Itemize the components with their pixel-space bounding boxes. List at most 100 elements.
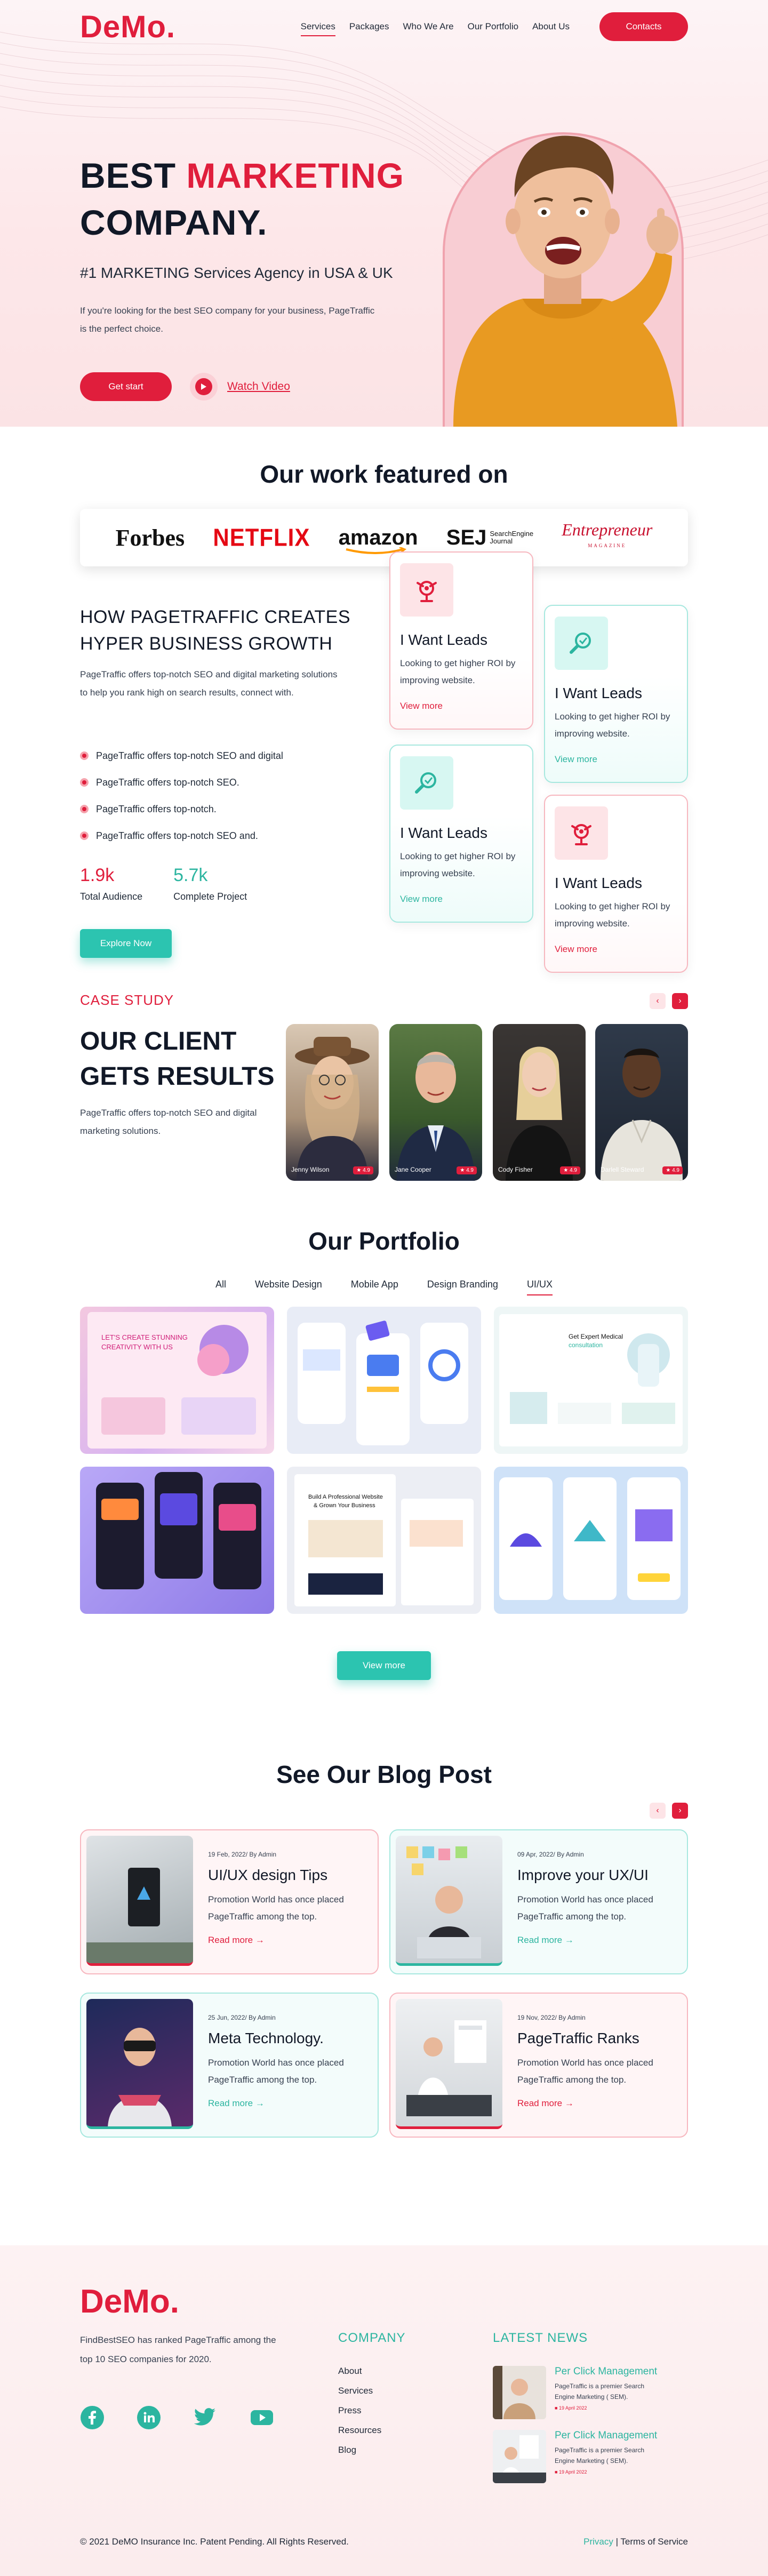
- chevron-left-icon[interactable]: ‹: [650, 1803, 666, 1819]
- view-more-link[interactable]: View more: [555, 754, 677, 765]
- blog-card[interactable]: 25 Jun, 2022/ By Admin Meta Technology. …: [80, 1993, 379, 2138]
- nav-links: Services Packages Who We Are Our Portfol…: [300, 12, 688, 41]
- blog-image: [396, 1836, 502, 1966]
- terms-link[interactable]: Terms of Service: [620, 2537, 688, 2547]
- case-study-tag: CASE STUDY: [80, 992, 174, 1008]
- read-more-link[interactable]: Read more →: [208, 1935, 368, 1946]
- lead-card-desc: Looking to get higher ROI by improving w…: [400, 851, 516, 878]
- portfolio-view-more-button[interactable]: View more: [337, 1651, 431, 1680]
- lead-card[interactable]: I Want Leads Looking to get higher ROI b…: [544, 605, 688, 783]
- footer-link-services[interactable]: Services: [338, 2386, 381, 2405]
- portfolio-card[interactable]: Get Expert Medical consultation: [494, 1307, 688, 1454]
- read-more-link[interactable]: Read more →: [208, 2098, 368, 2109]
- portfolio-card[interactable]: LET'S CREATE STUNNING CREATIVITY WITH US: [80, 1307, 274, 1454]
- facebook-icon[interactable]: [80, 2405, 105, 2430]
- nav-item-services[interactable]: Services: [300, 21, 335, 36]
- chevron-left-icon[interactable]: ‹: [650, 993, 666, 1009]
- watch-video-link[interactable]: Watch Video: [190, 373, 290, 401]
- client-card[interactable]: Darlell Steward ★ 4.9: [595, 1024, 688, 1181]
- portfolio-thumbnail: [298, 1321, 468, 1445]
- lead-card[interactable]: I Want Leads Looking to get higher ROI b…: [389, 745, 533, 923]
- read-more-link[interactable]: Read more →: [517, 2098, 677, 2109]
- calendar-icon: ■: [555, 2469, 558, 2475]
- amazon-wordmark: amazon: [338, 525, 418, 549]
- featured-logos-bar: Forbes NETFLIX amazon SEJ SearchEngine Jo…: [80, 509, 688, 566]
- portfolio-card[interactable]: [80, 1467, 274, 1614]
- watch-video-label[interactable]: Watch Video: [227, 380, 290, 393]
- view-more-link[interactable]: View more: [400, 894, 523, 905]
- client-photo: [506, 1046, 573, 1181]
- lead-card[interactable]: I Want Leads Looking to get higher ROI b…: [544, 795, 688, 973]
- tab-all[interactable]: All: [215, 1279, 226, 1295]
- blog-card[interactable]: 09 Apr, 2022/ By Admin Improve your UX/U…: [389, 1829, 688, 1974]
- lead-card[interactable]: I Want Leads Looking to get higher ROI b…: [389, 551, 533, 730]
- read-more-link[interactable]: Read more →: [517, 1935, 677, 1946]
- tab-website-design[interactable]: Website Design: [255, 1279, 322, 1295]
- seo-search-icon: [400, 756, 453, 810]
- client-card[interactable]: Cody Fisher ★ 4.9: [493, 1024, 586, 1181]
- news-item[interactable]: Per Click Management PageTraffic is a pr…: [493, 2366, 661, 2419]
- tab-ui-ux[interactable]: UI/UX: [526, 1279, 553, 1295]
- play-icon[interactable]: [190, 373, 218, 401]
- entrepreneur-wordmark: Entrepreneur: [562, 520, 653, 539]
- hero-title: BEST MARKETING COMPANY.: [80, 152, 404, 246]
- footer: DeMo. FindBestSEO has ranked PageTraffic…: [0, 2245, 768, 2576]
- growth-title: HOW PAGETRAFFIC CREATES HYPER BUSINESS G…: [80, 604, 350, 657]
- privacy-link[interactable]: Privacy: [583, 2537, 613, 2547]
- nav-item-our-portfolio[interactable]: Our Portfolio: [468, 21, 518, 32]
- portfolio-grid: LET'S CREATE STUNNING CREATIVITY WITH US: [80, 1307, 688, 1614]
- target-icon: [400, 563, 453, 617]
- target-icon: [555, 806, 608, 860]
- blog-meta: 19 Nov, 2022/ By Admin: [517, 2014, 586, 2021]
- nav-item-about-us[interactable]: About Us: [532, 21, 570, 32]
- brand-logo[interactable]: DeMo.: [80, 9, 175, 45]
- footer-link-blog[interactable]: Blog: [338, 2445, 381, 2465]
- blog-card-title: UI/UX design Tips: [208, 1867, 328, 1883]
- blog-card[interactable]: 19 Nov, 2022/ By Admin PageTraffic Ranks…: [389, 1993, 688, 2138]
- tab-design-branding[interactable]: Design Branding: [427, 1279, 498, 1295]
- footer-logo[interactable]: DeMo.: [80, 2283, 179, 2321]
- news-title[interactable]: Per Click Management: [555, 2366, 661, 2378]
- legal-links: Privacy | Terms of Service: [583, 2537, 688, 2547]
- client-name: Darlell Steward: [601, 1166, 644, 1173]
- get-start-button[interactable]: Get start: [80, 372, 172, 401]
- chevron-right-icon[interactable]: ›: [672, 993, 688, 1009]
- blog-card-title: PageTraffic Ranks: [517, 2030, 639, 2046]
- portfolio-card[interactable]: [494, 1467, 688, 1614]
- blog-card[interactable]: 19 Feb, 2022/ By Admin UI/UX design Tips…: [80, 1829, 379, 1974]
- read-more-label: Read more: [208, 1935, 253, 1945]
- news-item[interactable]: Per Click Management PageTraffic is a pr…: [493, 2430, 661, 2483]
- stat-label: Complete Project: [173, 891, 247, 902]
- chevron-right-icon[interactable]: ›: [672, 1803, 688, 1819]
- view-more-link[interactable]: View more: [400, 701, 523, 711]
- footer-link-about[interactable]: About: [338, 2366, 381, 2386]
- nav-item-packages[interactable]: Packages: [349, 21, 389, 32]
- youtube-icon[interactable]: [250, 2405, 274, 2430]
- portfolio-section: Our Portfolio All Website Design Mobile …: [0, 1227, 768, 1760]
- news-title[interactable]: Per Click Management: [555, 2430, 661, 2442]
- news-date: ■ 19 April 2022: [555, 2405, 661, 2411]
- arrow-right-icon: →: [255, 1935, 265, 1945]
- portfolio-thumbnail: Get Expert Medical consultation: [499, 1314, 683, 1446]
- linkedin-icon[interactable]: [137, 2405, 161, 2430]
- footer-link-resources[interactable]: Resources: [338, 2425, 381, 2445]
- entrepreneur-logo: Entrepreneur MAGAZINE: [562, 520, 653, 554]
- client-card[interactable]: Jenny Wilson ★ 4.9: [286, 1024, 379, 1181]
- portfolio-thumbnail: LET'S CREATE STUNNING CREATIVITY WITH US: [87, 1312, 267, 1449]
- contacts-button[interactable]: Contacts: [599, 12, 688, 41]
- tab-mobile-app[interactable]: Mobile App: [351, 1279, 398, 1295]
- legal-separator: |: [613, 2537, 621, 2547]
- read-more-label: Read more: [517, 2098, 563, 2108]
- view-more-link[interactable]: View more: [555, 944, 677, 955]
- portfolio-card[interactable]: Build A Professional Website & Grown You…: [287, 1467, 481, 1614]
- sej-logo: SEJ SearchEngine Journal: [446, 526, 533, 550]
- portfolio-card[interactable]: [287, 1307, 481, 1454]
- twitter-icon[interactable]: [193, 2405, 218, 2430]
- nav-item-who-we-are[interactable]: Who We Are: [403, 21, 454, 32]
- list-item: PageTraffic offers top-notch SEO and dig…: [80, 742, 283, 769]
- arrow-right-icon: →: [564, 2098, 574, 2108]
- explore-now-button[interactable]: Explore Now: [80, 929, 172, 958]
- portfolio-filter-tabs: All Website Design Mobile App Design Bra…: [0, 1279, 768, 1295]
- footer-link-press[interactable]: Press: [338, 2405, 381, 2425]
- client-card[interactable]: Jane Cooper ★ 4.9: [389, 1024, 482, 1181]
